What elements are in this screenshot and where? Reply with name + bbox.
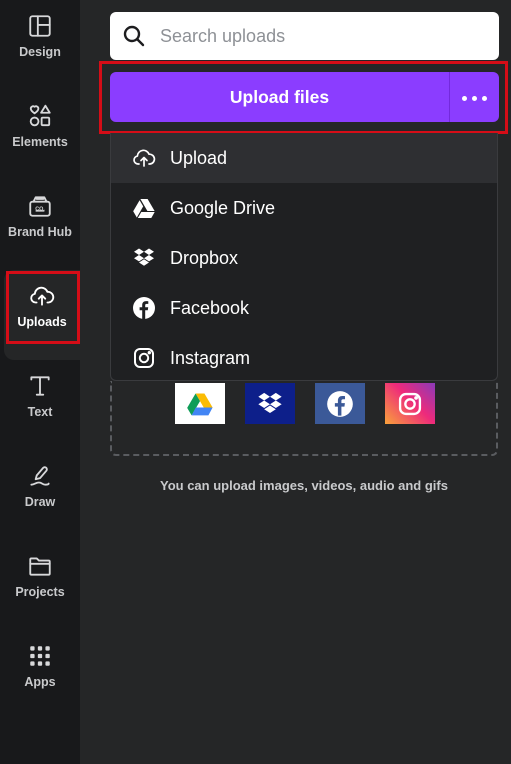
rail-item-text[interactable]: Text xyxy=(0,360,80,450)
rail-item-label: Draw xyxy=(24,495,56,509)
rail-item-elements[interactable]: Elements xyxy=(0,90,80,180)
instagram-tile[interactable] xyxy=(385,383,435,424)
rail-item-label: Projects xyxy=(15,585,65,599)
side-rail: Design Elements CO. Brand Hub Uploads Te… xyxy=(0,0,80,764)
search-input[interactable] xyxy=(158,24,482,48)
google-drive-tile[interactable] xyxy=(175,383,225,424)
svg-text:CO.: CO. xyxy=(35,206,45,212)
menu-item-upload[interactable]: Upload xyxy=(111,133,497,183)
instagram-icon xyxy=(398,392,422,415)
upload-highlight-box xyxy=(99,61,508,134)
menu-item-label: Facebook xyxy=(170,297,250,318)
dropbox-icon xyxy=(258,392,282,413)
rail-item-label: Design xyxy=(19,45,61,59)
search-icon xyxy=(123,25,145,47)
rail-item-label: Text xyxy=(27,405,53,419)
google-drive-icon xyxy=(131,195,157,221)
folder-icon xyxy=(26,552,54,580)
google-drive-icon xyxy=(187,393,213,415)
brand-hub-icon: CO. xyxy=(26,192,54,220)
menu-item-label: Google Drive xyxy=(170,197,276,218)
rail-item-label: Uploads xyxy=(17,315,67,329)
rail-item-label: Apps xyxy=(24,675,56,689)
upload-source-menu: Upload Google Drive Dropbox Facebook Ins… xyxy=(110,133,498,381)
rail-item-projects[interactable]: Projects xyxy=(0,540,80,630)
upload-hint-text: You can upload images, videos, audio and… xyxy=(160,478,448,493)
facebook-tile[interactable] xyxy=(315,383,365,424)
rail-item-apps[interactable]: Apps xyxy=(0,630,80,720)
text-icon xyxy=(26,372,54,400)
design-icon xyxy=(26,12,54,40)
cloud-upload-icon xyxy=(28,282,56,310)
menu-item-dropbox[interactable]: Dropbox xyxy=(111,233,497,283)
menu-item-instagram[interactable]: Instagram xyxy=(111,333,497,380)
instagram-icon xyxy=(131,345,157,371)
menu-item-label: Upload xyxy=(170,147,228,168)
draw-icon xyxy=(26,462,54,490)
menu-item-google-drive[interactable]: Google Drive xyxy=(111,183,497,233)
search-box[interactable] xyxy=(110,12,499,60)
facebook-icon xyxy=(131,295,157,321)
facebook-icon xyxy=(327,390,353,417)
menu-item-label: Instagram xyxy=(170,347,251,368)
rail-item-label: Brand Hub xyxy=(8,225,72,239)
menu-item-label: Dropbox xyxy=(170,247,239,268)
rail-item-uploads[interactable]: Uploads xyxy=(4,270,80,360)
dropbox-tile[interactable] xyxy=(245,383,295,424)
rail-item-label: Elements xyxy=(12,135,68,149)
rail-item-brand-hub[interactable]: CO. Brand Hub xyxy=(0,180,80,270)
cloud-upload-icon xyxy=(131,145,157,171)
rail-item-design[interactable]: Design xyxy=(0,0,80,90)
rail-item-draw[interactable]: Draw xyxy=(0,450,80,540)
upload-dropzone[interactable] xyxy=(110,381,498,456)
apps-grid-icon xyxy=(26,642,54,670)
dropbox-icon xyxy=(131,245,157,271)
elements-icon xyxy=(26,102,54,130)
menu-item-facebook[interactable]: Facebook xyxy=(111,283,497,333)
